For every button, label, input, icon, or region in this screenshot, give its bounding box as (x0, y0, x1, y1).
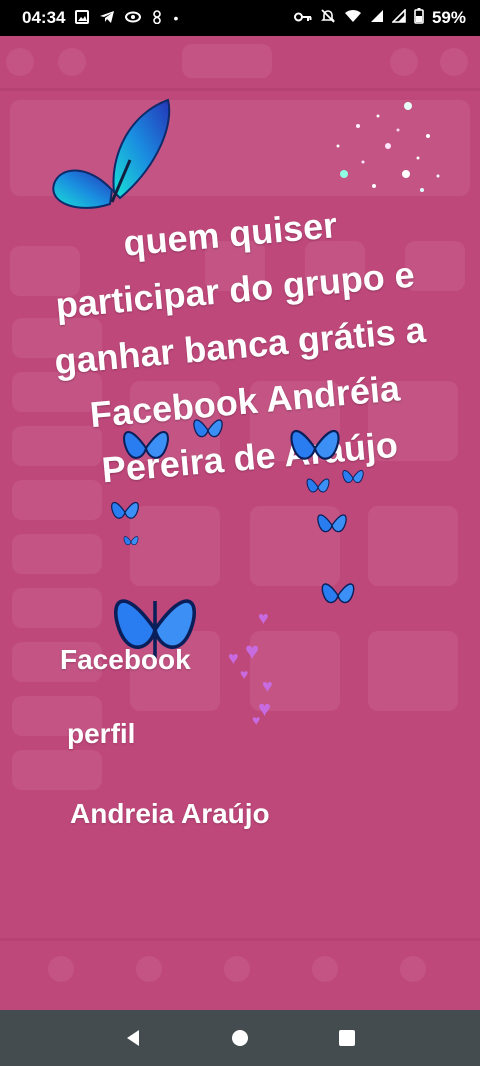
ghost-search (182, 44, 272, 78)
perfil-label: perfil (67, 718, 136, 749)
butterfly-icon (111, 502, 139, 519)
heart-icon: ♥ (258, 608, 269, 628)
ghost-tab (400, 956, 426, 982)
butterfly-icon (123, 536, 139, 546)
butterfly-icon (52, 98, 171, 209)
ghost-list-row (12, 588, 102, 628)
ghost-avatar (6, 48, 34, 76)
battery-icon (414, 7, 424, 29)
mute-icon (320, 8, 336, 29)
story-headline: quem quiser participar do grupo e ganhar… (9, 187, 472, 504)
butterfly-icon (306, 478, 330, 493)
key-icon (293, 8, 312, 28)
clock: 04:34 (22, 8, 66, 27)
navigation-bar (0, 1010, 480, 1066)
battery-percent: 59% (431, 8, 466, 27)
home-circle-icon[interactable] (210, 1010, 270, 1066)
eye-icon (125, 10, 142, 26)
butterfly-icon (321, 583, 355, 604)
ghost-tab (48, 956, 74, 982)
ghost-divider (0, 938, 480, 941)
name-label: Andreia Araújo (70, 798, 270, 829)
status-bar: 04:34 • 59% (0, 0, 480, 36)
wifi-icon (344, 8, 362, 28)
story-canvas[interactable]: quem quiser participar do grupo e ganhar… (0, 36, 480, 1010)
gallery-icon (75, 9, 90, 27)
telegram-icon (99, 10, 115, 27)
ghost-tab (136, 956, 162, 982)
dot-icon: • (173, 10, 179, 26)
ghost-tile (368, 631, 458, 711)
heart-icon: ♥ (240, 666, 249, 682)
heart-icon: ♥ (228, 648, 239, 668)
ghost-tile (368, 506, 458, 586)
signal-icon-2 (391, 8, 406, 28)
butterfly-icon (317, 514, 347, 533)
ghost-avatar (390, 48, 418, 76)
ghost-avatar (58, 48, 86, 76)
app-icon (151, 9, 163, 27)
ghost-list-row (12, 750, 102, 790)
ghost-avatar (440, 48, 468, 76)
recents-square-icon[interactable] (317, 1010, 377, 1066)
back-triangle-icon[interactable] (103, 1010, 163, 1066)
signal-icon (370, 8, 384, 28)
butterfly-icon (342, 470, 364, 483)
facebook-label: Facebook (60, 644, 191, 675)
butterfly-icon (193, 419, 223, 438)
butterfly-icon (290, 430, 340, 460)
butterfly-icon (123, 431, 169, 459)
heart-icon: ♥ (262, 676, 273, 696)
heart-icon: ♥ (245, 638, 260, 665)
ghost-tile (130, 506, 220, 586)
heart-icon: ♥ (252, 712, 261, 728)
ghost-list-row (12, 534, 102, 574)
ghost-tab (224, 956, 250, 982)
ghost-tab (312, 956, 338, 982)
